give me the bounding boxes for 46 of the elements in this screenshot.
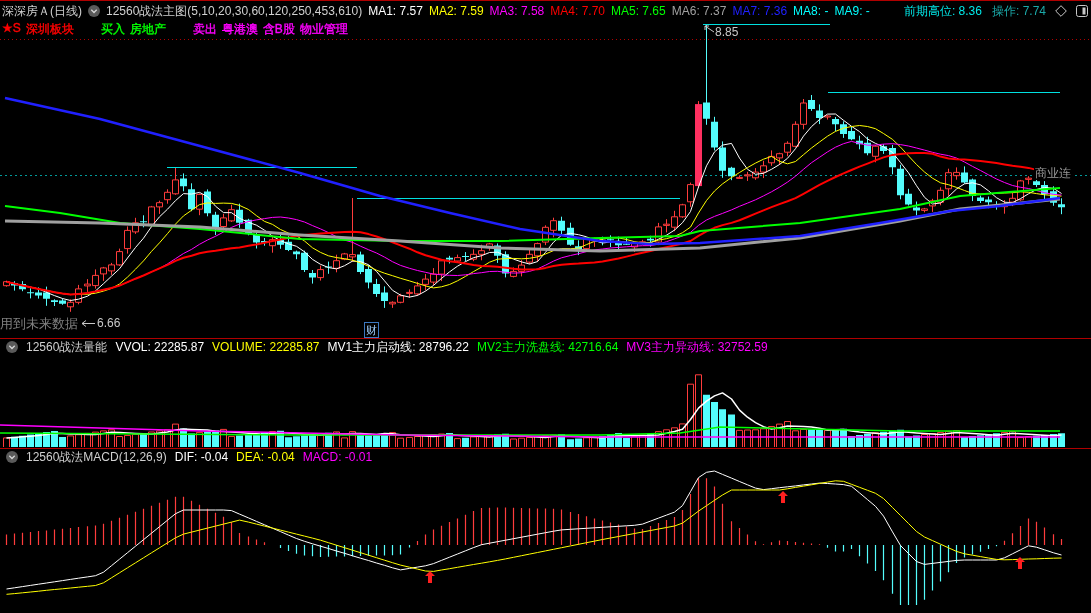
edge-label: 商业连 xyxy=(1034,166,1072,180)
up-arrow-icon xyxy=(778,491,788,503)
indicator-title: 12560战法MACD(12,26,9) xyxy=(26,448,167,466)
ma-reading: MA4: 7.70 xyxy=(550,4,605,18)
block-tag: 深圳板块 xyxy=(25,21,74,38)
ma-reading: MA5: 7.65 xyxy=(611,4,666,18)
up-arrow-icon xyxy=(425,571,435,583)
ma-reading: MA3: 7.58 xyxy=(489,4,545,18)
macd-reading: MACD: -0.01 xyxy=(302,450,373,464)
ma-reading: MA7: 7.36 xyxy=(732,4,788,18)
indicator-title: 12560战法量能 xyxy=(26,338,108,356)
ma-reading: MA2: 7.59 xyxy=(428,4,484,18)
high-price-label: 8.85 xyxy=(715,26,739,38)
block-tag: 含B股 xyxy=(262,21,295,38)
volume-reading: MV1主力启动线: 28796.22 xyxy=(327,338,469,356)
operation-reading: 操作: 7.74 xyxy=(991,2,1046,20)
diamond-icon[interactable] xyxy=(1055,5,1067,17)
block-tag: 买入 xyxy=(100,21,125,38)
block-tag: ★S xyxy=(2,21,21,38)
volume-reading: VVOL: 22285.87 xyxy=(115,340,205,354)
block-tag: 粤港澳 xyxy=(221,21,258,38)
ma-reading: MA1: 7.57 xyxy=(368,4,423,18)
low-price-label: 6.66 xyxy=(97,317,121,329)
macd-reading: DEA: -0.04 xyxy=(236,450,295,464)
warning-text: 用到未来数据 xyxy=(0,316,78,331)
block-tag: 房地产 xyxy=(129,21,166,38)
block-tag: 物业管理 xyxy=(299,21,348,38)
volume-reading: MV2主力洗盘线: 42716.64 xyxy=(476,338,619,356)
volume-reading: VOLUME: 22285.87 xyxy=(212,340,320,354)
block-tag: 卖出 xyxy=(192,21,217,38)
indicator-title: 12560战法主图(5,10,20,30,60,120,250,453,610) xyxy=(106,2,363,20)
stock-title: 深深房Ａ(日线) xyxy=(2,2,82,20)
up-arrow-icon xyxy=(1015,557,1025,569)
volume-reading: MV3主力异动线: 32752.59 xyxy=(626,338,768,356)
arrow-icon xyxy=(81,320,96,327)
chevron-down-icon[interactable] xyxy=(6,341,18,353)
arrow-icon xyxy=(704,25,715,33)
chevron-down-icon[interactable] xyxy=(6,451,18,463)
prior-high-reading: 前期高位: 8.36 xyxy=(903,2,982,20)
panel-toggle-icon[interactable] xyxy=(1076,5,1088,17)
ma-reading: MA6: 7.37 xyxy=(671,4,727,18)
ma-reading: MA8: - xyxy=(793,4,829,18)
chevron-down-icon[interactable] xyxy=(88,5,100,17)
event-marker[interactable]: 财 xyxy=(364,322,379,338)
ma-reading: MA9: - xyxy=(834,4,870,18)
macd-reading: DIF: -0.04 xyxy=(174,450,229,464)
